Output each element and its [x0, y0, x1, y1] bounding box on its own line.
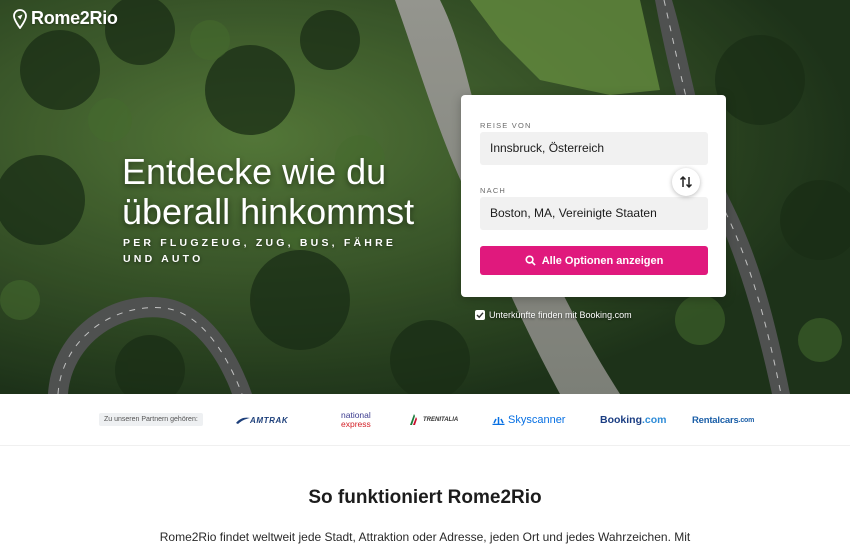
booking-checkbox[interactable] — [475, 310, 485, 320]
rome2rio-logo[interactable]: Rome2Rio — [13, 8, 118, 29]
booking-logo-text: Booking — [600, 414, 642, 426]
search-all-options-button[interactable]: Alle Optionen anzeigen — [480, 246, 708, 275]
skyscanner-sunrise-icon — [492, 417, 505, 425]
from-label: REISE VON — [480, 121, 532, 130]
rentalcars-logo-tld: .com — [738, 416, 755, 424]
checkmark-icon — [476, 312, 484, 319]
how-it-works-text: Rome2Rio findet weltweit jede Stadt, Att… — [159, 530, 691, 544]
search-button-label: Alle Optionen anzeigen — [541, 254, 664, 267]
how-it-works-title: So funktioniert Rome2Rio — [308, 487, 542, 508]
booking-checkbox-row[interactable]: Unterkünfte finden mit Booking.com — [475, 310, 632, 320]
search-icon — [525, 255, 536, 266]
national-express-line2: express — [341, 419, 371, 429]
brand-name: Rome2Rio — [31, 8, 118, 28]
booking-logo-tld: .com — [642, 414, 667, 426]
skyscanner-logo: Skyscanner — [492, 408, 565, 432]
national-express-logo: national express — [341, 408, 371, 432]
trenitalia-logo: TRENITALIA — [408, 408, 458, 432]
skyscanner-logo-text: Skyscanner — [508, 414, 566, 426]
hero-section: Rome2Rio Entdecke wie du überall hinkomm… — [0, 0, 850, 394]
rentalcars-logo-text: Rentalcars — [692, 414, 739, 426]
booking-logo: Booking .com — [600, 408, 667, 432]
booking-checkbox-label: Unterkünfte finden mit Booking.com — [489, 310, 632, 320]
rentalcars-logo: Rentalcars .com — [692, 408, 754, 432]
amtrak-swoosh-icon — [236, 417, 250, 424]
trenitalia-logo-text: TRENITALIA — [423, 417, 459, 423]
from-input[interactable]: Innsbruck, Österreich — [480, 132, 708, 165]
hero-subtitle: PER FLUGZEUG, ZUG, BUS, FÄHRE UND AUTO — [123, 237, 397, 265]
to-label: NACH — [480, 186, 507, 195]
location-pin-icon — [13, 8, 27, 29]
to-input[interactable]: Boston, MA, Vereinigte Staaten — [480, 197, 708, 230]
partners-label: Zu unseren Partnern gehören: — [99, 413, 203, 426]
trenitalia-icon — [410, 414, 417, 425]
hero-title: Entdecke wie du überall hinkommst — [122, 151, 415, 232]
amtrak-logo: AMTRAK — [236, 408, 288, 432]
swap-button[interactable] — [672, 168, 700, 196]
amtrak-logo-text: AMTRAK — [250, 415, 289, 425]
search-card: REISE VON Innsbruck, Österreich NACH Bos… — [461, 95, 726, 297]
swap-vertical-icon — [679, 175, 693, 189]
partners-bar: Zu unseren Partnern gehören: AMTRAK nati… — [0, 394, 850, 446]
